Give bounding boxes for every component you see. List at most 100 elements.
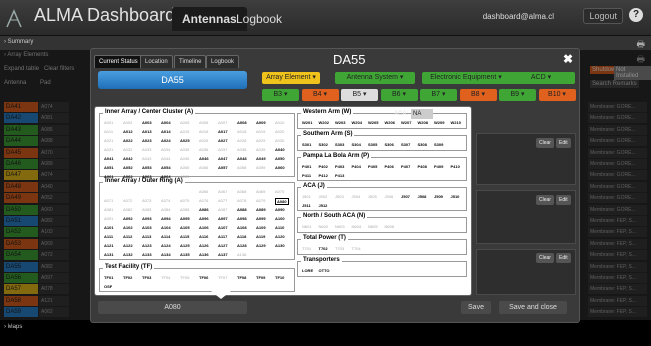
pad-cell[interactable]: W207 (401, 120, 411, 125)
pad-cell[interactable]: A046 (199, 156, 209, 161)
pad-cell[interactable]: W208 (418, 120, 428, 125)
pad-cell[interactable]: A125 (180, 243, 190, 248)
aca-field[interactable]: NA (411, 109, 433, 119)
pad-cell[interactable]: A115 (180, 234, 189, 239)
edit-button[interactable]: Edit (556, 138, 571, 148)
pad-cell[interactable]: TF04 (161, 275, 170, 280)
pad-cell[interactable]: P404 (352, 164, 361, 169)
pad-cell[interactable]: A008 (237, 120, 247, 125)
tab-location[interactable]: Location (140, 55, 173, 68)
pad-cell[interactable]: A033 (142, 147, 151, 152)
pad-cell[interactable]: S302 (319, 142, 328, 147)
dropdown-0[interactable]: Array Element ▾ (262, 72, 320, 84)
pad-cell[interactable]: A028 (237, 138, 246, 143)
pad-cell[interactable]: A089 (256, 207, 266, 212)
pad-cell[interactable]: T702 (319, 246, 328, 251)
pad-cell[interactable]: A050 (275, 156, 285, 161)
pad-cell[interactable]: A091 (104, 216, 113, 221)
pad-cell[interactable]: S307 (401, 142, 410, 147)
pad-cell[interactable]: A105 (180, 225, 190, 230)
pad-cell[interactable]: A128 (237, 243, 247, 248)
pad-cell[interactable]: A055 (180, 165, 189, 170)
pad-cell[interactable]: A130 (275, 243, 285, 248)
pad-cell[interactable]: A057 (218, 165, 228, 170)
pad-cell[interactable]: TF05 (180, 275, 189, 280)
pad-cell[interactable]: W203 (335, 120, 345, 125)
save-button[interactable]: Save (461, 301, 491, 314)
band-dropdown[interactable]: B3 ▾ (262, 89, 299, 101)
pad-cell[interactable]: A075 (180, 198, 189, 203)
pad-cell[interactable]: A070 (275, 189, 284, 194)
edit-button[interactable]: Edit (556, 195, 571, 205)
pad-cell[interactable]: A136 (199, 252, 209, 257)
pad-cell[interactable]: A023 (142, 138, 152, 143)
pad-cell[interactable]: J506 (385, 194, 394, 199)
pad-cell[interactable]: P407 (401, 164, 410, 169)
pad-cell[interactable]: TF03 (142, 275, 151, 280)
pad-cell[interactable]: A060 (275, 165, 285, 170)
pad-cell[interactable]: A080 (275, 198, 289, 205)
pad-cell[interactable]: A099 (256, 216, 266, 221)
pad-cell[interactable]: A010 (275, 120, 284, 125)
pad-cell[interactable]: N605 (368, 224, 378, 229)
pad-cell[interactable]: A058 (237, 165, 246, 170)
pad-cell[interactable]: A072 (123, 198, 132, 203)
pad-cell[interactable]: A108 (237, 225, 247, 230)
pad-cell[interactable]: A132 (123, 252, 133, 257)
pad-cell[interactable]: A102 (123, 225, 133, 230)
pad-cell[interactable]: A002 (123, 120, 132, 125)
pad-cell[interactable]: A085 (180, 207, 189, 212)
pad-cell[interactable]: A107 (218, 225, 228, 230)
pad-cell[interactable]: A088 (237, 207, 247, 212)
pad-cell[interactable]: A066 (199, 189, 208, 194)
pad-cell[interactable]: A077 (218, 198, 227, 203)
pad-cell[interactable]: P411 (302, 173, 311, 178)
pad-cell[interactable]: A053 (142, 165, 152, 170)
pad-cell[interactable]: TF01 (104, 275, 113, 280)
tab-timeline[interactable]: Timeline (174, 55, 207, 68)
pad-cell[interactable]: A041 (104, 156, 114, 161)
pad-cell[interactable]: A119 (256, 234, 265, 239)
pad-cell[interactable]: J503 (335, 194, 344, 199)
pad-cell[interactable]: P401 (302, 164, 311, 169)
pad-cell[interactable]: A051 (104, 165, 114, 170)
pad-cell[interactable]: W209 (434, 120, 444, 125)
pad-cell[interactable]: A014 (161, 129, 171, 134)
pad-cell[interactable]: W210 (451, 120, 461, 125)
pad-cell[interactable]: N604 (352, 224, 362, 229)
pad-cell[interactable]: A043 (142, 156, 151, 161)
clear-button[interactable]: Clear (536, 195, 554, 205)
pad-cell[interactable]: P408 (418, 164, 427, 169)
pad-cell[interactable]: A122 (123, 243, 133, 248)
pad-cell[interactable]: A101 (104, 225, 114, 230)
pad-cell[interactable]: A001 (104, 120, 113, 125)
pad-cell[interactable]: A052 (123, 165, 133, 170)
pad-cell[interactable]: W201 (302, 120, 312, 125)
pad-cell[interactable]: A018 (237, 129, 246, 134)
band-dropdown[interactable]: B9 ▾ (499, 89, 536, 101)
pad-cell[interactable]: A093 (142, 216, 152, 221)
pad-cell[interactable]: J505 (368, 194, 377, 199)
pad-cell[interactable]: W204 (352, 120, 362, 125)
tab-logbook[interactable]: Logbook (226, 7, 292, 31)
pad-cell[interactable]: A109 (256, 225, 266, 230)
pad-cell[interactable]: A116 (199, 234, 208, 239)
pad-cell[interactable]: TF08 (237, 275, 246, 280)
pad-cell[interactable]: S304 (352, 142, 361, 147)
pad-cell[interactable]: P413 (335, 173, 344, 178)
logout-button[interactable]: Logout (583, 8, 623, 24)
pad-cell[interactable]: T704 (352, 246, 361, 251)
pad-cell[interactable]: A016 (199, 129, 208, 134)
pad-cell[interactable]: A045 (180, 156, 189, 161)
pad-cell[interactable]: A025 (180, 138, 190, 143)
pad-cell[interactable]: TF10 (275, 275, 284, 280)
edit-button[interactable]: Edit (556, 253, 571, 263)
pad-cell[interactable]: S309 (434, 142, 443, 147)
pad-cell[interactable]: W202 (319, 120, 329, 125)
pad-cell[interactable]: A026 (199, 138, 208, 143)
save-and-close-button[interactable]: Save and close (499, 301, 567, 314)
pad-cell[interactable]: A084 (161, 207, 170, 212)
pad-cell[interactable]: T703 (335, 246, 344, 251)
band-dropdown[interactable]: B5 ▾ (341, 89, 378, 101)
pad-cell[interactable]: J504 (352, 194, 361, 199)
